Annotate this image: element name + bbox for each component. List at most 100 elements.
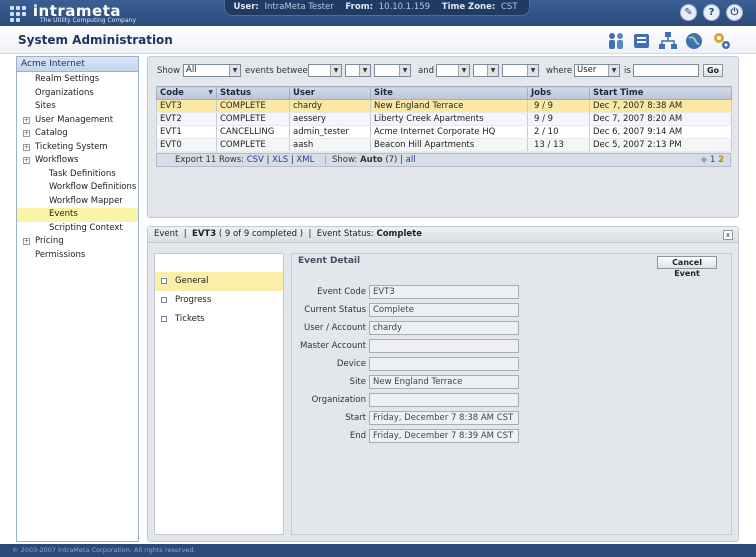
tab-progress[interactable]: Progress [155,291,283,310]
cell-jobs: 9 / 9 [527,112,590,126]
chevron-down-icon: ▼ [608,65,619,76]
show-auto[interactable]: Auto [360,155,383,165]
column-header-start-time[interactable]: Start Time [589,86,732,100]
end-day-select[interactable]: ▼ [473,64,499,77]
sidebar-item-label: Pricing [35,236,64,246]
sidebar-item-permissions[interactable]: Permissions [17,249,138,263]
chevron-down-icon: ▼ [399,65,410,76]
sidebar-item-label: Task Definitions [49,168,116,179]
event-detail-panel: Event | EVT3 ( 9 of 9 completed ) | Even… [147,226,739,542]
where-value-input[interactable] [633,64,699,77]
cell-status: CANCELLING [216,125,290,139]
sidebar-root[interactable]: Acme Internet [17,57,138,72]
sidebar-item-organizations[interactable]: Organizations [17,87,138,101]
tab-general[interactable]: General [155,272,283,291]
expand-plus-icon[interactable]: + [23,157,30,164]
from-value: 10.10.1.159 [378,2,431,12]
sidebar-item-ticketing-system[interactable]: + Ticketing System [17,141,138,155]
tools-icon[interactable]: ✎ [680,4,697,21]
start-year-select[interactable]: ▼ [374,64,411,77]
session-info: User: IntraMeta Tester From: 10.10.1.159… [224,0,530,16]
page-1-link[interactable]: 1 [710,155,715,165]
globe-icon[interactable] [684,31,704,51]
table-row[interactable]: EVT2 COMPLETE aessery Liberty Creek Apartme… [156,112,732,126]
sidebar-item-realm-settings[interactable]: Realm Settings [17,73,138,87]
sidebar-item-pricing[interactable]: + Pricing [17,235,138,249]
column-header-status[interactable]: Status [216,86,290,100]
sidebar-item-workflow-mapper[interactable]: Workflow Mapper [17,195,138,209]
tab-general-label: General [175,276,209,286]
prev-page-icon[interactable]: ◆ [701,155,708,165]
users-icon[interactable] [606,31,626,51]
start-day-select[interactable]: ▼ [345,64,371,77]
settings-icon[interactable] [712,31,732,51]
help-icon[interactable]: ? [703,4,720,21]
cell-code: EVT0 [156,138,217,152]
close-icon[interactable]: x [723,230,733,240]
table-row[interactable]: EVT1 CANCELLING admin_tester Acme Internet … [156,125,732,139]
tab-tickets-label: Tickets [175,314,205,324]
export-xls-link[interactable]: XLS [272,155,288,165]
column-header-jobs[interactable]: Jobs [527,86,590,100]
column-header-user[interactable]: User [289,86,371,100]
chevron-down-icon: ▼ [359,65,370,76]
field-label-start: Start [345,413,366,423]
field-value-master-account [369,339,519,353]
cancel-event-button[interactable]: Cancel Event [657,256,717,278]
sidebar-item-label: Scripting Context [49,222,123,233]
go-button[interactable]: Go [703,64,723,77]
sidebar-item-events[interactable]: Events [17,208,138,222]
expand-plus-icon[interactable]: + [23,130,30,137]
cell-jobs: 9 / 9 [527,99,590,113]
show-select[interactable]: All ▼ [183,64,241,77]
expand-plus-icon[interactable]: + [23,238,30,245]
intrameta-logo: intrameta The Utility Computing Company [8,2,136,24]
field-value-user-account: chardy [369,321,519,335]
cell-user: aash [289,138,371,152]
show-all-link[interactable]: all [406,155,416,165]
field-label-user-account: User / Account [304,323,366,333]
show-count: (7) [385,155,398,165]
pager: ◆ 1 2 [701,154,724,166]
is-label: is [624,66,631,76]
end-month-select[interactable]: ▼ [436,64,470,77]
column-header-code[interactable]: Code ▼ [156,86,217,100]
sidebar-item-sites[interactable]: Sites [17,100,138,114]
table-row[interactable]: EVT0 COMPLETE aash Beacon Hill Apartments 13… [156,138,732,152]
start-month-select[interactable]: ▼ [308,64,342,77]
sidebar-item-workflow-definitions[interactable]: Workflow Definitions [17,181,138,195]
sidebar-item-label: Events [49,209,78,219]
sidebar-item-workflows[interactable]: + Workflows [17,154,138,168]
export-csv-link[interactable]: CSV [247,155,264,165]
where-field-select[interactable]: User ▼ [574,64,620,77]
field-value-end: Friday, December 7 8:39 AM CST [369,429,519,443]
tab-tickets[interactable]: Tickets [155,310,283,329]
sidebar-item-label: Workflows [35,155,79,165]
end-year-select[interactable]: ▼ [502,64,539,77]
catalog-icon[interactable] [632,31,652,51]
sidebar-item-user-management[interactable]: + User Management [17,114,138,128]
sidebar-item-catalog[interactable]: + Catalog [17,127,138,141]
field-value-current-status: Complete [369,303,519,317]
field-label-current-status: Current Status [304,305,366,315]
expand-plus-icon[interactable]: + [23,116,30,124]
sidebar-item-label: Ticketing System [35,141,108,152]
sidebar-list: Realm Settings Organizations Sites + User Ma… [17,72,138,262]
power-icon[interactable]: ⏻ [726,4,743,21]
sidebar-item-scripting-context[interactable]: Scripting Context [17,222,138,236]
chevron-down-icon: ▼ [229,65,240,76]
table-row[interactable]: EVT3 COMPLETE chardy New England Terrace 9 /… [156,99,732,113]
where-field-value: User [577,65,597,75]
expand-plus-icon[interactable]: + [23,143,30,151]
network-icon[interactable] [658,31,678,51]
chevron-down-icon: ▼ [330,65,341,76]
column-header-site[interactable]: Site [370,86,528,100]
sidebar-item-task-definitions[interactable]: Task Definitions [17,168,138,182]
export-xml-link[interactable]: XML [296,155,314,165]
cell-user: aessery [289,112,371,126]
event-detail-form: Event Detail Cancel Event Event Code EVT3… [291,253,732,535]
expand-icon [161,278,167,284]
where-label: where [546,66,573,76]
cell-status: COMPLETE [216,99,290,113]
field-label-device: Device [336,359,366,369]
